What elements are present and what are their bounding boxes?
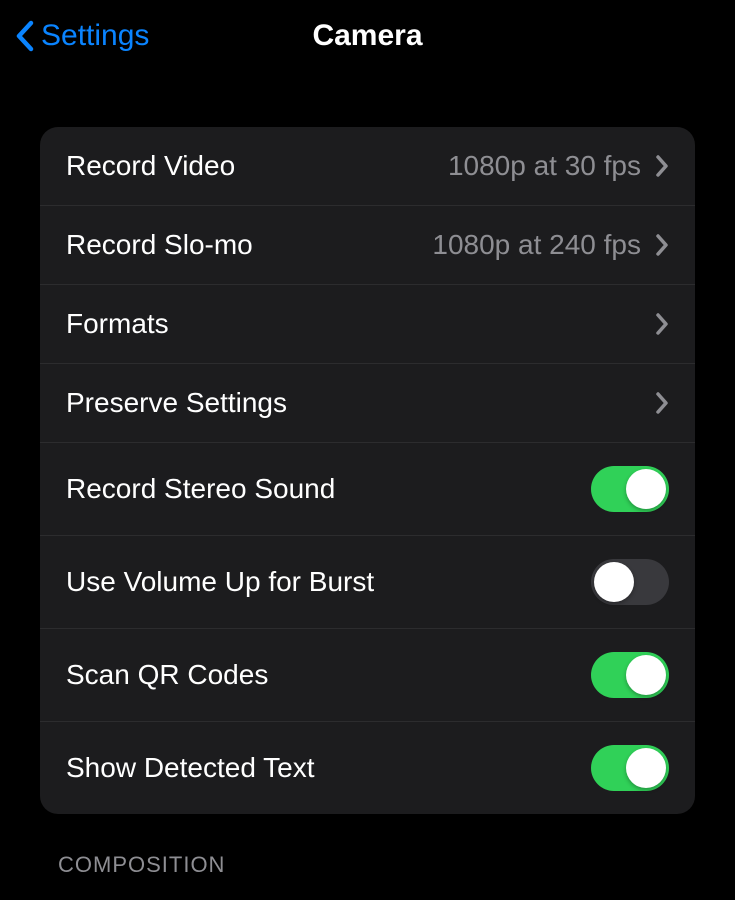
- toggle-knob: [626, 655, 666, 695]
- row-label: Formats: [66, 308, 169, 340]
- formats-row[interactable]: Formats: [40, 285, 695, 364]
- row-value: 1080p at 30 fps: [448, 150, 641, 182]
- toggle-knob: [626, 748, 666, 788]
- toggle-knob: [626, 469, 666, 509]
- chevron-right-icon: [655, 312, 669, 336]
- chevron-left-icon: [15, 20, 35, 52]
- show-detected-text-row: Show Detected Text: [40, 722, 695, 814]
- chevron-right-icon: [655, 154, 669, 178]
- page-title: Camera: [312, 19, 422, 53]
- row-label: Scan QR Codes: [66, 659, 268, 691]
- record-video-row[interactable]: Record Video 1080p at 30 fps: [40, 127, 695, 206]
- row-label: Record Slo-mo: [66, 229, 253, 261]
- settings-group: Record Video 1080p at 30 fps Record Slo-…: [40, 127, 695, 814]
- record-stereo-sound-row: Record Stereo Sound: [40, 443, 695, 536]
- chevron-right-icon: [655, 233, 669, 257]
- navigation-bar: Settings Camera: [0, 0, 735, 72]
- volume-up-burst-row: Use Volume Up for Burst: [40, 536, 695, 629]
- row-label: Record Video: [66, 150, 235, 182]
- row-label: Use Volume Up for Burst: [66, 566, 374, 598]
- row-right: [655, 391, 669, 415]
- scan-qr-codes-row: Scan QR Codes: [40, 629, 695, 722]
- chevron-right-icon: [655, 391, 669, 415]
- row-value: 1080p at 240 fps: [432, 229, 641, 261]
- row-right: 1080p at 30 fps: [448, 150, 669, 182]
- row-label: Show Detected Text: [66, 752, 315, 784]
- preserve-settings-row[interactable]: Preserve Settings: [40, 364, 695, 443]
- composition-section-header: COMPOSITION: [58, 852, 677, 878]
- record-stereo-sound-toggle[interactable]: [591, 466, 669, 512]
- record-slomo-row[interactable]: Record Slo-mo 1080p at 240 fps: [40, 206, 695, 285]
- toggle-knob: [594, 562, 634, 602]
- row-right: 1080p at 240 fps: [432, 229, 669, 261]
- show-detected-text-toggle[interactable]: [591, 745, 669, 791]
- volume-up-burst-toggle[interactable]: [591, 559, 669, 605]
- row-label: Preserve Settings: [66, 387, 287, 419]
- scan-qr-codes-toggle[interactable]: [591, 652, 669, 698]
- back-label: Settings: [41, 19, 149, 53]
- row-right: [655, 312, 669, 336]
- back-button[interactable]: Settings: [15, 19, 149, 53]
- row-label: Record Stereo Sound: [66, 473, 335, 505]
